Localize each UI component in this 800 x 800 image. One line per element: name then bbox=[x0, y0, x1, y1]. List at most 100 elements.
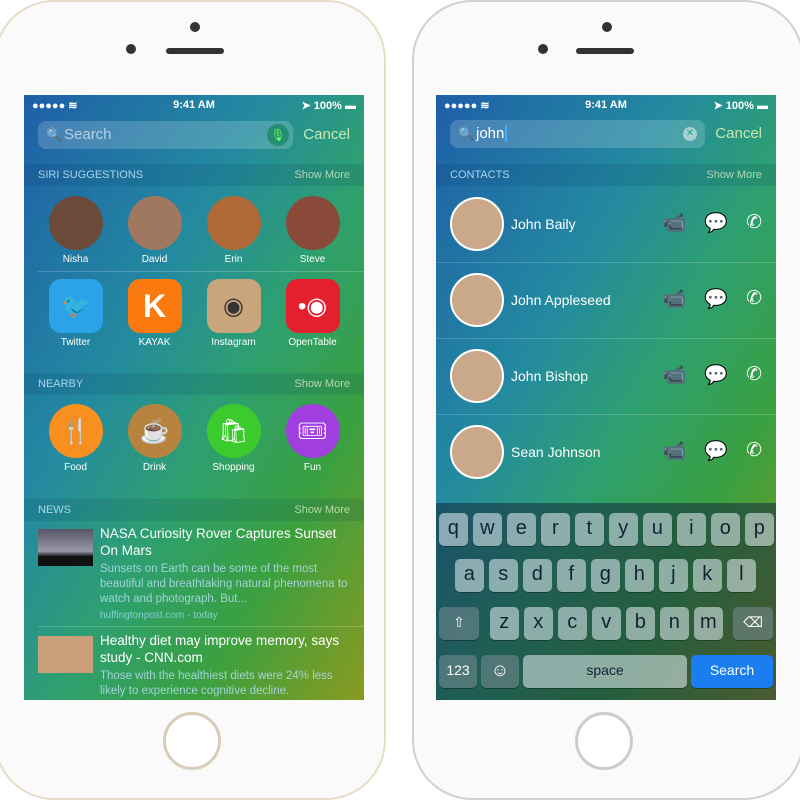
spotlight-screen: ●●●●● ≋ 9:41 AM ➤ 100% ▬ 🔍 Search 🎙 Canc… bbox=[24, 95, 364, 700]
news-source: huffingtonpost.com - today bbox=[100, 610, 218, 621]
news-item[interactable]: Healthy diet may improve memory, says st… bbox=[38, 632, 350, 699]
key-w[interactable]: w bbox=[473, 513, 502, 546]
phone-icon[interactable]: ✆ bbox=[746, 287, 762, 311]
cancel-button[interactable]: Cancel bbox=[715, 125, 762, 142]
avatar bbox=[206, 196, 261, 250]
avatar bbox=[450, 349, 504, 403]
key-e[interactable]: e bbox=[507, 513, 536, 546]
phone-icon[interactable]: ✆ bbox=[746, 211, 762, 235]
app-kayak[interactable]: K KAYAK bbox=[120, 279, 190, 348]
status-bar: ●●●●● ≋ 9:41 AM ➤ 100% ▬ bbox=[436, 99, 776, 113]
message-icon[interactable]: 💬 bbox=[704, 211, 728, 235]
siri-suggestions-header: SIRI SUGGESTIONS Show More bbox=[24, 164, 364, 186]
show-more-link[interactable]: Show More bbox=[294, 499, 350, 521]
key-g[interactable]: g bbox=[591, 559, 620, 592]
key-z[interactable]: z bbox=[490, 607, 519, 640]
label: John Bishop bbox=[511, 368, 589, 384]
battery: ➤ 100% ▬ bbox=[713, 100, 768, 112]
phone-icon[interactable]: ✆ bbox=[746, 439, 762, 463]
key-j[interactable]: j bbox=[659, 559, 688, 592]
contact-row[interactable]: John Bishop 📹 💬 ✆ bbox=[436, 339, 776, 415]
key-v[interactable]: v bbox=[592, 607, 621, 640]
clear-icon[interactable]: ✕ bbox=[683, 127, 697, 141]
avatar bbox=[450, 273, 504, 327]
key-h[interactable]: h bbox=[625, 559, 654, 592]
video-call-icon[interactable]: 📹 bbox=[663, 287, 687, 311]
kayak-icon: K bbox=[127, 279, 182, 333]
section-title: NEARBY bbox=[38, 378, 84, 390]
contact-suggestion[interactable]: Steve bbox=[278, 196, 348, 265]
contact-suggestion[interactable]: Nisha bbox=[41, 196, 111, 265]
numbers-key[interactable]: 123 bbox=[439, 655, 477, 688]
key-u[interactable]: u bbox=[643, 513, 672, 546]
label: Fun bbox=[303, 462, 322, 473]
nearby-drink[interactable]: ☕ Drink bbox=[120, 404, 190, 473]
key-k[interactable]: k bbox=[693, 559, 722, 592]
message-icon[interactable]: 💬 bbox=[704, 439, 728, 463]
delete-key[interactable]: ⌫ bbox=[733, 607, 773, 640]
key-x[interactable]: x bbox=[524, 607, 553, 640]
contact-row[interactable]: Sean Johnson 📹 💬 ✆ bbox=[436, 415, 776, 491]
phone-icon[interactable]: ✆ bbox=[746, 363, 762, 387]
search-input[interactable]: 🔍 Search 🎙 bbox=[38, 121, 293, 149]
key-d[interactable]: d bbox=[523, 559, 552, 592]
cancel-button[interactable]: Cancel bbox=[303, 126, 350, 143]
nearby-fun[interactable]: 🎟 Fun bbox=[278, 404, 348, 473]
shift-key[interactable]: ⇧ bbox=[439, 607, 479, 640]
key-a[interactable]: a bbox=[455, 559, 484, 592]
contact-suggestion[interactable]: Erin bbox=[199, 196, 269, 265]
label: John Baily bbox=[511, 216, 576, 232]
label: Food bbox=[64, 462, 87, 473]
nearby-food[interactable]: 🍴 Food bbox=[41, 404, 111, 473]
app-opentable[interactable]: •◉ OpenTable bbox=[278, 279, 348, 348]
key-i[interactable]: i bbox=[677, 513, 706, 546]
section-title: SIRI SUGGESTIONS bbox=[38, 169, 144, 181]
news-thumbnail bbox=[38, 529, 93, 566]
message-icon[interactable]: 💬 bbox=[704, 363, 728, 387]
nearby-shopping[interactable]: 🛍 Shopping bbox=[199, 404, 269, 473]
home-button[interactable] bbox=[163, 712, 221, 770]
app-twitter[interactable]: 🐦 Twitter bbox=[41, 279, 111, 348]
app-instagram[interactable]: ◉ Instagram bbox=[199, 279, 269, 348]
key-o[interactable]: o bbox=[711, 513, 740, 546]
front-camera bbox=[538, 44, 548, 54]
key-q[interactable]: q bbox=[439, 513, 468, 546]
key-l[interactable]: l bbox=[727, 559, 756, 592]
video-call-icon[interactable]: 📹 bbox=[663, 363, 687, 387]
key-b[interactable]: b bbox=[626, 607, 655, 640]
fun-icon: 🎟 bbox=[285, 404, 340, 458]
sensor bbox=[602, 22, 612, 32]
search-input[interactable]: 🔍 john ✕ bbox=[450, 120, 705, 148]
video-call-icon[interactable]: 📹 bbox=[663, 439, 687, 463]
opentable-icon: •◉ bbox=[285, 279, 340, 333]
emoji-key[interactable]: ☺ bbox=[481, 655, 519, 688]
contact-suggestion[interactable]: David bbox=[120, 196, 190, 265]
space-key[interactable]: space bbox=[523, 655, 687, 688]
key-s[interactable]: s bbox=[489, 559, 518, 592]
key-c[interactable]: c bbox=[558, 607, 587, 640]
sensor bbox=[190, 22, 200, 32]
video-call-icon[interactable]: 📹 bbox=[663, 211, 687, 235]
contact-row[interactable]: John Baily 📹 💬 ✆ bbox=[436, 187, 776, 263]
key-n[interactable]: n bbox=[660, 607, 689, 640]
microphone-icon[interactable]: 🎙 bbox=[267, 124, 289, 146]
key-f[interactable]: f bbox=[557, 559, 586, 592]
key-r[interactable]: r bbox=[541, 513, 570, 546]
message-icon[interactable]: 💬 bbox=[704, 287, 728, 311]
news-thumbnail bbox=[38, 636, 93, 673]
key-p[interactable]: p bbox=[745, 513, 774, 546]
key-t[interactable]: t bbox=[575, 513, 604, 546]
news-description: Sunsets on Earth can be some of the most… bbox=[100, 563, 348, 605]
home-button[interactable] bbox=[575, 712, 633, 770]
key-y[interactable]: y bbox=[609, 513, 638, 546]
show-more-link[interactable]: Show More bbox=[294, 373, 350, 395]
status-bar: ●●●●● ≋ 9:41 AM ➤ 100% ▬ bbox=[24, 99, 364, 113]
nearby-header: NEARBY Show More bbox=[24, 373, 364, 395]
show-more-link[interactable]: Show More bbox=[294, 164, 350, 186]
show-more-link[interactable]: Show More bbox=[706, 164, 762, 186]
contact-row[interactable]: John Appleseed 📹 💬 ✆ bbox=[436, 263, 776, 339]
search-key[interactable]: Search bbox=[691, 655, 773, 688]
news-item[interactable]: NASA Curiosity Rover Captures Sunset On … bbox=[38, 525, 350, 621]
key-m[interactable]: m bbox=[694, 607, 723, 640]
news-header: NEWS Show More bbox=[24, 499, 364, 521]
